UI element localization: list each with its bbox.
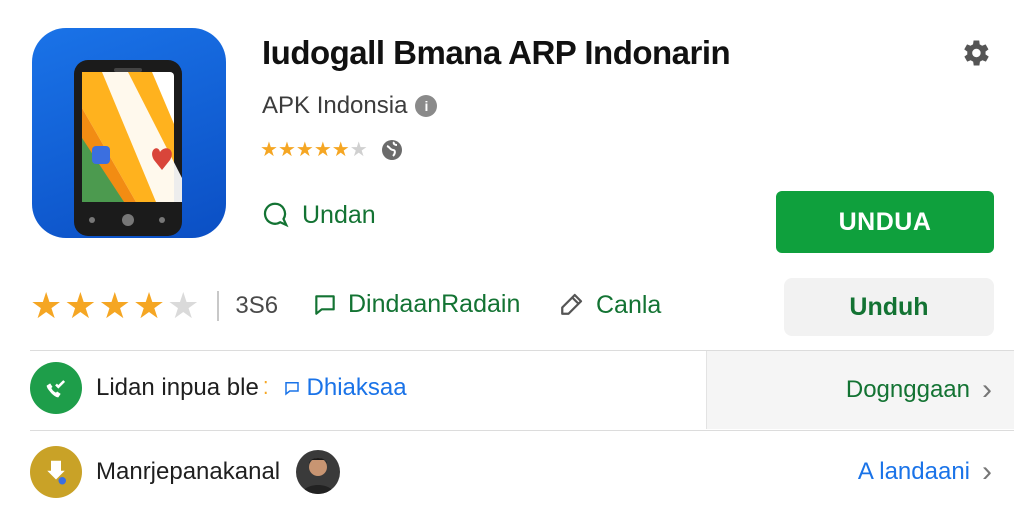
canla-chip[interactable]: Canla (556, 290, 661, 320)
review-count: 3S6 (235, 292, 279, 319)
gear-icon[interactable] (958, 36, 992, 70)
pen-icon (561, 293, 583, 315)
divider (30, 430, 1014, 431)
star-icon: ★ (64, 285, 97, 326)
star-empty-icon: ★ (167, 285, 200, 326)
app-icon (32, 28, 226, 238)
developer-name[interactable]: APK Indonsia (262, 92, 407, 120)
alandaani-label: A landaani (857, 458, 970, 485)
canla-label: Canla (596, 290, 662, 319)
dhiaksaa-link[interactable]: Dhiaksaa (283, 374, 407, 402)
phone-check-icon (30, 362, 82, 414)
divider (217, 291, 220, 321)
avatar[interactable] (296, 450, 341, 494)
app-phone-icon (74, 60, 182, 236)
message-icon (315, 294, 335, 315)
dindaan-chip[interactable]: DindaanRadain (312, 290, 520, 319)
undan-link[interactable]: Undan (260, 200, 376, 230)
dots-icon: ⁚ (262, 377, 269, 398)
list-row-1[interactable]: Lidan inpua ble ⁚ Dhiaksaa (30, 362, 1014, 414)
star-icon: ★ (30, 285, 63, 326)
dindaan-label: DindaanRadain (348, 290, 521, 318)
big-rating: ★ ★ ★ ★ ★ (30, 284, 199, 328)
download-shield-icon (30, 446, 82, 498)
info-icon[interactable]: i (415, 95, 438, 117)
unduh-button[interactable]: Unduh (784, 278, 994, 336)
star-empty-icon: ★ (349, 139, 368, 161)
lidan-label: Lidan inpua ble (96, 374, 259, 401)
star-icon: ★ (260, 139, 278, 161)
rating-row: ★ ★ ★ ★ ★ 3S6 (30, 284, 278, 328)
developer-row[interactable]: APK Indonsia i (262, 92, 438, 120)
star-icon: ★ (277, 139, 296, 161)
alandaani-link[interactable]: A landaani › (858, 446, 1014, 498)
small-rating: ★ ★ ★ ★ ★ ★ (260, 138, 404, 162)
manrjepan-label: Manrjepanakanal (96, 458, 281, 485)
star-icon: ★ (98, 285, 131, 326)
star-icon: ★ (313, 139, 332, 161)
chat-icon (284, 382, 299, 396)
star-icon: ★ (331, 139, 350, 161)
app-title: Iudogall Bmana ARP Indonarin (262, 34, 731, 71)
comment-icon (263, 202, 289, 228)
star-icon: ★ (132, 285, 166, 326)
undan-label: Undan (302, 200, 376, 229)
star-icon: ★ (295, 139, 314, 161)
chevron-right-icon: › (982, 455, 992, 488)
globe-icon[interactable] (380, 138, 404, 162)
install-button[interactable]: UNDUA (776, 191, 994, 253)
dhiaksaa-label: Dhiaksaa (306, 374, 407, 401)
